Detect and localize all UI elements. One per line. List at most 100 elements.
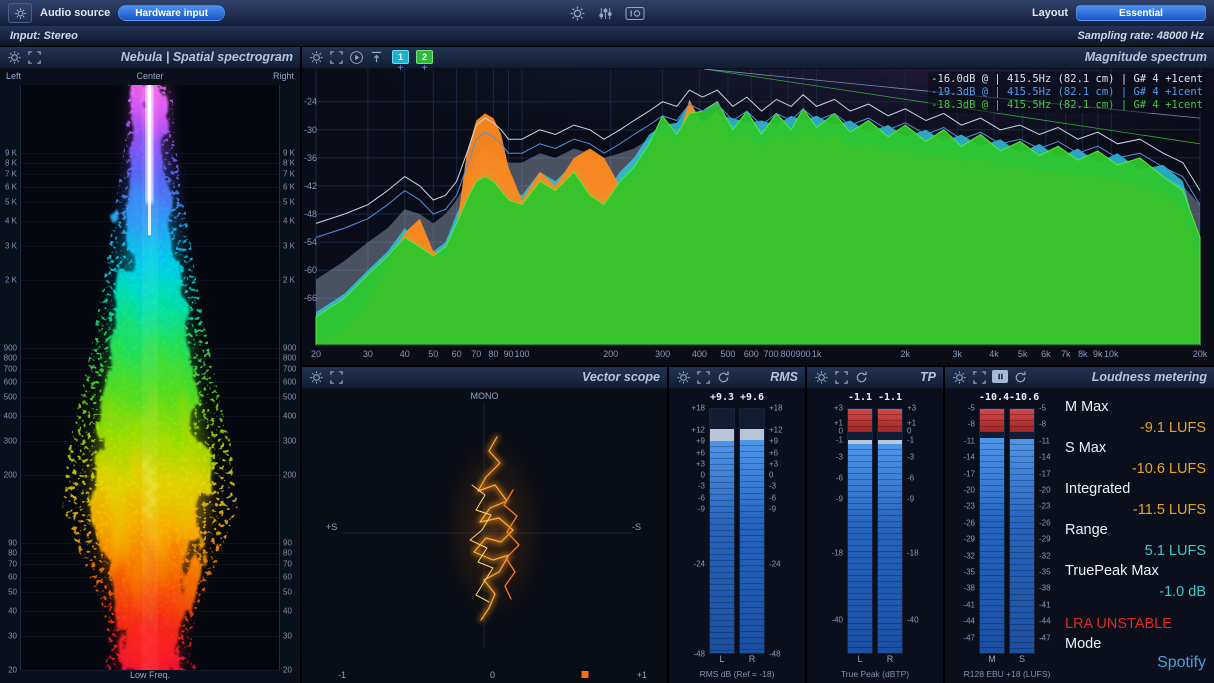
svg-text:3k: 3k (952, 349, 962, 359)
meter-tick-label: -14 (957, 453, 977, 462)
svg-text:700: 700 (763, 349, 778, 359)
freq-tick-label: 9 K (283, 148, 295, 157)
rms-meter-panel: RMS +9.3 +9.6 +18+12+9+6+30-3-6-9-24-48 … (669, 367, 805, 683)
mode-selector[interactable]: Spotify (1065, 654, 1206, 672)
loudness-stat-label: TruePeak Max (1065, 561, 1206, 582)
reset-icon[interactable] (1013, 370, 1028, 385)
freq-tick-label: 400 (4, 412, 17, 421)
meter-tick-label: 0 (687, 471, 707, 480)
meter-tick-label: -47 (1037, 633, 1057, 642)
gear-icon[interactable] (309, 370, 324, 385)
loudness-panel: Loudness metering -10.4 -10.6 -5-8-11-14… (945, 367, 1214, 683)
gear-icon[interactable] (676, 370, 691, 385)
meter-tick-label: -3 (767, 482, 787, 491)
tp-footer: True Peak (dBTP) (807, 669, 943, 679)
meter-tick-label: -9 (825, 495, 845, 504)
hardware-input-button[interactable]: Hardware input (118, 5, 225, 21)
pause-button[interactable] (992, 370, 1008, 383)
meter-tick-label: -11 (1037, 436, 1057, 445)
shortterm-readout: -10.6 (1009, 392, 1035, 403)
channel-2-add-button[interactable]: + (422, 64, 428, 73)
freq-tick-label: 500 (283, 393, 296, 402)
freq-tick-label: 20 (8, 666, 17, 675)
freq-tick-label: 30 (8, 631, 17, 640)
truepeak-meter-panel: TP -1.1 -1.1 +3+10-1-3-6-9-18-40 +3+10-1… (807, 367, 943, 683)
gear-icon[interactable] (309, 50, 324, 65)
loudness-stat-label: S Max (1065, 438, 1206, 459)
rms-channel-labels: L R (687, 654, 787, 666)
channel-1-add-button[interactable]: + (398, 64, 404, 73)
svg-text:200: 200 (603, 349, 618, 359)
settings-gear-icon[interactable] (569, 5, 586, 22)
meter-tick-label: -1 (905, 435, 925, 444)
fullscreen-icon[interactable] (329, 50, 344, 65)
fullscreen-icon[interactable] (834, 370, 849, 385)
freq-tick-label: 300 (283, 436, 296, 445)
meter-tick-label: -44 (1037, 617, 1057, 626)
svg-text:10k: 10k (1104, 349, 1119, 359)
meter-tick-label: -41 (957, 600, 977, 609)
channel-l-label: L (709, 654, 735, 664)
freq-tick-label: 900 (4, 343, 17, 352)
peak-hold-button[interactable] (369, 50, 384, 65)
meter-segment (878, 409, 902, 432)
play-pause-button[interactable] (349, 50, 364, 65)
svg-text:20k: 20k (1193, 349, 1208, 359)
freq-tick-label: 6 K (5, 182, 17, 191)
io-routing-icon[interactable] (625, 6, 645, 21)
freq-tick-label: 70 (8, 559, 17, 568)
loudness-stats-block: M Max-9.1 LUFSS Max-10.6 LUFSIntegrated-… (1065, 397, 1206, 672)
fullscreen-icon[interactable] (329, 370, 344, 385)
meter-tick-label: -20 (1037, 485, 1057, 494)
tp-bar-right (877, 408, 903, 654)
meter-tick-label: -35 (1037, 568, 1057, 577)
nebula-title: Nebula | Spatial spectrogram (121, 50, 293, 64)
spectrogram-plot[interactable]: 9 K8 K7 K6 K5 K4 K3 K2 K9008007006005004… (0, 85, 300, 670)
mixer-sliders-icon[interactable] (598, 6, 613, 21)
momentary-bar (979, 408, 1005, 654)
plus-s-label: +S (326, 522, 337, 532)
meter-tick-label: +18 (687, 404, 707, 413)
meter-tick-label: +12 (687, 426, 707, 435)
freq-tick-label: 2 K (5, 275, 17, 284)
channel-2-chip[interactable]: 2 (416, 50, 433, 64)
freq-tick-label: 200 (283, 471, 296, 480)
freq-tick-label: 90 (8, 538, 17, 547)
tp-meter: +3+10-1-3-6-9-18-40 +3+10-1-3-6-9-18-40 (825, 408, 925, 654)
meter-tick-label: -9 (905, 495, 925, 504)
gear-icon[interactable] (952, 370, 967, 385)
meter-tick-label: -38 (957, 584, 977, 593)
meter-tick-label: -8 (1037, 420, 1057, 429)
channel-1-chip[interactable]: 1 (392, 50, 409, 64)
meter-tick-label: -11 (957, 436, 977, 445)
svg-text:-36: -36 (304, 153, 317, 163)
tp-scale-right: +3+10-1-3-6-9-18-40 (905, 408, 925, 654)
vectorscope-display[interactable]: MONO +S -S -1 0 +1 (302, 389, 667, 683)
svg-text:7k: 7k (1061, 349, 1071, 359)
reset-icon[interactable] (716, 370, 731, 385)
reset-icon[interactable] (854, 370, 869, 385)
shortterm-label: S (1009, 654, 1035, 664)
freq-tick-label: 3 K (5, 241, 17, 250)
meter-segment (878, 444, 902, 653)
gear-icon[interactable] (814, 370, 829, 385)
loudness-channel-labels: M S (957, 654, 1057, 666)
spectrum-plot[interactable]: -24-30-36-42-48-54-60-662030405060708090… (302, 69, 1214, 365)
svg-text:800: 800 (781, 349, 796, 359)
meter-tick-label: -24 (687, 560, 707, 569)
meter-tick-label: -3 (687, 482, 707, 491)
meter-tick-label: -14 (1037, 453, 1057, 462)
fullscreen-icon[interactable] (27, 50, 42, 65)
gear-icon[interactable] (7, 50, 22, 65)
meter-tick-label: -3 (905, 453, 925, 462)
svg-text:-60: -60 (304, 265, 317, 275)
essential-layout-button[interactable]: Essential (1076, 5, 1206, 21)
tp-channel-labels: L R (825, 654, 925, 666)
freq-tick-label: 8 K (5, 158, 17, 167)
meter-segment (740, 409, 764, 429)
audio-settings-gear-icon[interactable] (8, 3, 32, 23)
svg-text:-30: -30 (304, 125, 317, 135)
fullscreen-icon[interactable] (972, 370, 987, 385)
fullscreen-icon[interactable] (696, 370, 711, 385)
freq-tick-label: 7 K (283, 169, 295, 178)
